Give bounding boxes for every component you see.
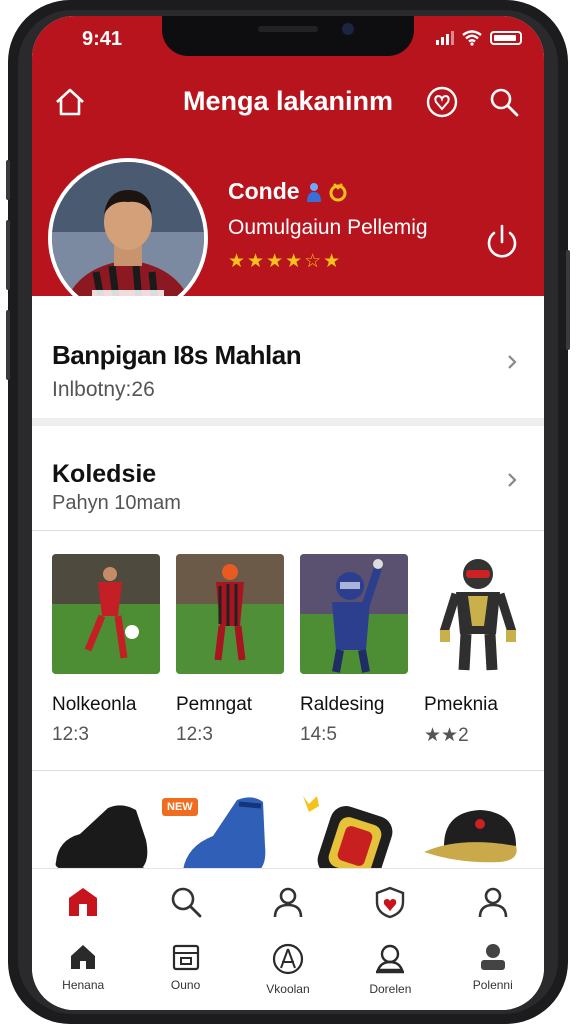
wifi-icon xyxy=(462,30,482,46)
tab-arena[interactable]: Vkoolan xyxy=(246,942,330,996)
logout-button[interactable] xyxy=(480,220,524,264)
chevron-right-icon[interactable] xyxy=(502,352,522,372)
armored-player-image xyxy=(300,554,408,674)
volume-up-button xyxy=(6,220,10,290)
item-name: Raldesing xyxy=(300,694,385,715)
person-icon xyxy=(306,182,321,202)
power-side-button xyxy=(566,250,570,350)
profile-name: Conde xyxy=(228,178,348,205)
summary-title: Banpigan I8s Mahlan xyxy=(52,340,302,370)
item-name: Nolkeonla xyxy=(52,694,137,715)
avatar[interactable] xyxy=(48,158,208,318)
user-icon xyxy=(273,887,303,917)
status-time: 9:41 xyxy=(82,28,123,50)
tab-calendar[interactable]: Ouno xyxy=(144,942,228,992)
shield-tab-button[interactable] xyxy=(372,884,408,920)
profile-tab-button[interactable] xyxy=(270,884,306,920)
profile-name-text: Conde xyxy=(228,178,300,204)
item-thumbnail xyxy=(300,554,408,674)
item-meta: 12:3 xyxy=(176,724,213,745)
shield-icon xyxy=(376,886,405,918)
camera-notch xyxy=(162,16,414,56)
product-item[interactable] xyxy=(420,790,530,880)
profile-subtitle: Oumulgaiun Pellemig xyxy=(228,216,428,239)
home-filled-icon xyxy=(71,945,96,969)
new-badge: NEW xyxy=(162,798,198,816)
collection-item[interactable]: Pemngat 12:3 xyxy=(176,554,284,747)
heart-badge-icon xyxy=(426,86,458,118)
collection-title: Koledsie xyxy=(52,460,157,488)
item-meta: ★★2 xyxy=(424,725,469,746)
page-title: Menga lakaninm xyxy=(182,86,394,116)
status-icons xyxy=(436,30,522,46)
tab-label: Henana xyxy=(62,978,105,992)
signal-icon xyxy=(436,31,454,45)
tab-notifications[interactable]: Dorelen xyxy=(348,942,432,996)
collection-item[interactable]: Pmeknia ★★2 xyxy=(424,554,532,747)
tab-label: Polenni xyxy=(472,978,513,992)
home-icon xyxy=(69,887,98,916)
bell-user-icon xyxy=(376,944,405,974)
item-meta: 14:5 xyxy=(300,724,337,745)
divider xyxy=(32,770,544,771)
medal-icon xyxy=(329,182,347,201)
rating-stars: ★★★★☆★ xyxy=(228,251,343,272)
calendar-icon xyxy=(172,944,199,971)
collection-items: Nolkeonla 12:3 Pemngat 12:3 Raldesing 14… xyxy=(52,554,532,747)
item-thumbnail xyxy=(52,554,160,674)
volume-down-button xyxy=(6,310,10,380)
item-thumbnail xyxy=(176,554,284,674)
item-thumbnail xyxy=(424,554,532,674)
collection-item[interactable]: Nolkeonla 12:3 xyxy=(52,554,160,747)
favorite-button[interactable] xyxy=(422,82,462,122)
tab-label: Ouno xyxy=(170,978,201,992)
player-kicking-image xyxy=(52,554,160,674)
battery-icon xyxy=(490,31,522,45)
app-screen: 9:41 Menga lakaninm Conde Oumulgaiun Pel… xyxy=(32,16,544,1010)
home-button[interactable] xyxy=(50,82,90,122)
front-camera-icon xyxy=(342,23,354,35)
tab-label: Dorelen xyxy=(369,982,412,996)
mute-switch xyxy=(6,160,10,200)
player-standing-image xyxy=(176,554,284,674)
product-strip xyxy=(50,790,530,886)
search-icon xyxy=(490,88,519,117)
search-tab-button[interactable] xyxy=(168,884,204,920)
account-tab-button[interactable] xyxy=(475,884,511,920)
user-icon xyxy=(478,887,508,917)
tab-home[interactable]: Henana xyxy=(41,942,125,992)
home-tab-button[interactable] xyxy=(65,884,101,920)
phone-case-image xyxy=(302,796,393,886)
cap-image xyxy=(423,810,517,863)
divider xyxy=(32,530,544,531)
product-item[interactable] xyxy=(50,790,160,880)
item-meta: 12:3 xyxy=(52,724,89,745)
tab-profile[interactable]: Polenni xyxy=(451,942,535,992)
item-name: Pemngat xyxy=(176,694,253,715)
power-icon xyxy=(487,224,517,258)
compass-icon xyxy=(272,943,304,975)
collection-subtitle: Pahyn 10mam xyxy=(52,492,181,514)
item-name: Pmeknia xyxy=(424,694,498,715)
quick-actions-bar xyxy=(32,868,544,934)
search-icon xyxy=(171,887,201,917)
home-icon xyxy=(56,88,84,116)
robot-figure-image xyxy=(439,559,517,671)
tab-label: Vkoolan xyxy=(266,982,310,996)
search-button[interactable] xyxy=(484,82,524,122)
user-filled-icon xyxy=(480,944,505,970)
player-photo xyxy=(52,162,204,314)
summary-subtitle: Inlbotny:26 xyxy=(52,378,155,401)
collection-item[interactable]: Raldesing 14:5 xyxy=(300,554,408,747)
product-item[interactable] xyxy=(297,790,407,886)
chevron-right-icon[interactable] xyxy=(502,470,522,490)
summary-card[interactable]: Banpigan I8s Mahlan Inlbotny:26 xyxy=(32,296,544,426)
bottom-tab-bar: Henana Ouno Vkoolan Dorelen Polenni xyxy=(32,934,544,1010)
black-boot-image xyxy=(55,805,148,873)
